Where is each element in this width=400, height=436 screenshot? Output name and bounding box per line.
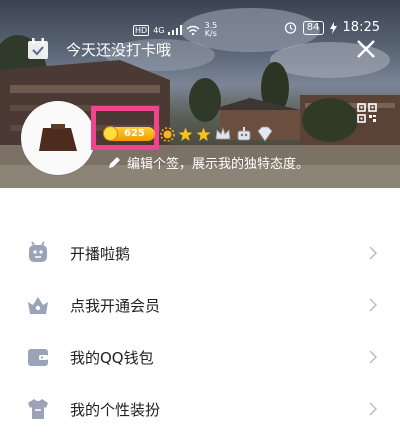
battery-level: 84	[302, 20, 324, 35]
hd-indicator: HD	[133, 24, 150, 36]
menu-label: 我的QQ钱包	[70, 349, 154, 367]
menu-label: 点我开通会员	[70, 297, 161, 315]
level-badges[interactable]	[160, 125, 274, 143]
menu-list: 开播啦鹅 点我开通会员 我的QQ钱包 我的个性装扮	[0, 228, 400, 436]
menu-label: 我的个性装扮	[70, 401, 161, 419]
clock: 18:25	[342, 20, 380, 35]
menu-item-decoration[interactable]: 我的个性装扮	[0, 384, 400, 436]
checkin-icon[interactable]	[27, 38, 49, 60]
robot-badge-icon	[237, 127, 251, 141]
crown-badge-icon	[215, 126, 231, 140]
wifi-icon	[187, 25, 200, 35]
alarm-icon	[284, 22, 296, 34]
coin-value: 625	[124, 128, 145, 139]
penguin-icon	[29, 241, 47, 262]
star-icon	[178, 127, 193, 141]
avatar-image	[39, 124, 77, 151]
shirt-icon	[28, 399, 48, 419]
wallet-icon	[28, 349, 48, 366]
avatar[interactable]	[21, 101, 95, 175]
star-icon	[196, 127, 211, 141]
chevron-right-icon	[369, 402, 377, 416]
menu-item-vip[interactable]: 点我开通会员	[0, 280, 400, 332]
chevron-right-icon	[369, 298, 377, 312]
menu-item-live[interactable]: 开播啦鹅	[0, 228, 400, 280]
coin-badge[interactable]: 625	[103, 126, 155, 141]
signal-icon	[168, 25, 183, 35]
signature-edit[interactable]: 编辑个签，展示我的独特态度。	[108, 153, 309, 172]
close-icon[interactable]	[355, 38, 377, 60]
pencil-icon	[109, 157, 120, 168]
diamond-badge-icon	[257, 126, 273, 142]
menu-label: 开播啦鹅	[70, 245, 131, 263]
network-type: 4G	[153, 25, 165, 35]
crown-icon	[28, 297, 48, 314]
checkin-text[interactable]: 今天还没打卡哦	[66, 39, 171, 60]
chevron-right-icon	[369, 246, 377, 260]
network-speed: 3.5 K/s	[204, 22, 217, 38]
qr-code-icon[interactable]	[357, 103, 377, 123]
charging-icon	[329, 21, 337, 34]
speed-unit: K/s	[204, 29, 217, 38]
menu-item-wallet[interactable]: 我的QQ钱包	[0, 332, 400, 384]
sun-icon	[160, 126, 175, 142]
signature-text: 编辑个签，展示我的独特态度。	[127, 157, 310, 172]
profile-header: HD 4G 3.5 K/s 84 18:25 今天还没打卡哦 625 编辑个签，…	[0, 0, 400, 188]
status-bar: HD 4G 3.5 K/s 84 18:25	[0, 0, 400, 38]
coin-icon	[103, 126, 118, 141]
chevron-right-icon	[369, 350, 377, 364]
